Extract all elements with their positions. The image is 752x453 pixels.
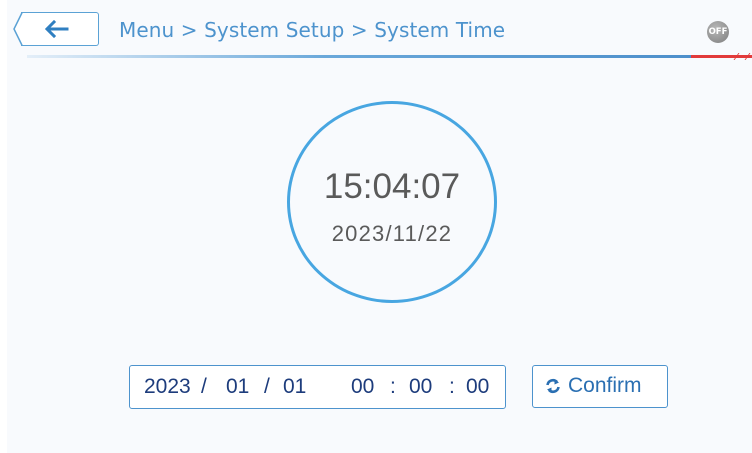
system-time-screen: Menu > System Setup > System Time OFF 15…: [7, 0, 752, 453]
date-separator: /: [264, 375, 270, 398]
clock-display: 15:04:07 2023/11/22: [287, 101, 497, 303]
refresh-icon: [545, 378, 561, 398]
time-separator: :: [449, 375, 455, 398]
second-field[interactable]: 00: [466, 366, 489, 408]
status-badge[interactable]: OFF: [707, 21, 729, 43]
day-field[interactable]: 01: [283, 366, 306, 408]
confirm-button-label: Confirm: [568, 374, 642, 397]
month-field[interactable]: 01: [226, 366, 249, 408]
datetime-input[interactable]: 2023 / 01 / 01 00 : 00 : 00: [129, 365, 506, 409]
breadcrumb: Menu > System Setup > System Time: [119, 18, 506, 42]
hour-field[interactable]: 00: [351, 366, 374, 408]
current-date: 2023/11/22: [331, 221, 453, 246]
year-field[interactable]: 2023: [144, 366, 191, 408]
back-button[interactable]: [13, 11, 99, 46]
date-separator: /: [201, 375, 207, 398]
confirm-button[interactable]: Confirm: [532, 365, 668, 408]
left-arrow-icon: [43, 19, 69, 42]
time-separator: :: [390, 375, 396, 398]
minute-field[interactable]: 00: [409, 366, 432, 408]
current-time: 15:04:07: [323, 167, 461, 206]
header-divider: [27, 55, 691, 58]
